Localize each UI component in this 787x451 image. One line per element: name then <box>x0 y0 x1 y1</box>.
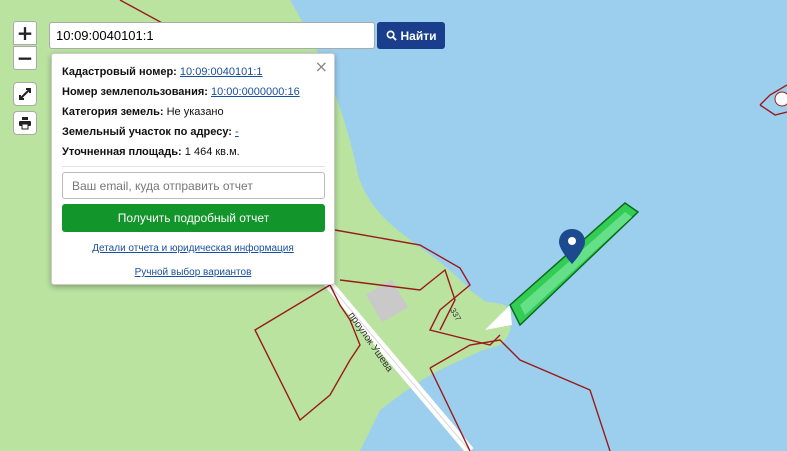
email-field[interactable] <box>62 172 325 199</box>
search-button-label: Найти <box>400 28 437 43</box>
area-label: Уточненная площадь: <box>62 146 182 158</box>
category-label: Категория земель: <box>62 106 164 118</box>
zoom-in-button[interactable]: + <box>13 21 37 45</box>
printer-icon <box>19 117 31 130</box>
details-link[interactable]: Детали отчета и юридическая информация <box>52 243 334 254</box>
manual-selection-link[interactable]: Ручной выбор вариантов <box>52 267 334 278</box>
search-button[interactable]: Найти <box>377 22 445 49</box>
landuse-label: Номер землепользования: <box>62 86 208 98</box>
address-link[interactable]: - <box>235 126 239 138</box>
map-point-marker[interactable] <box>774 91 787 107</box>
cadastral-label: Кадастровый номер: <box>62 66 177 78</box>
expand-icon <box>19 88 31 100</box>
category-row: Категория земель: Не указано <box>62 106 224 118</box>
close-icon[interactable]: × <box>315 57 328 76</box>
search-icon <box>386 30 397 41</box>
landuse-link[interactable]: 10:00:0000000:16 <box>211 86 300 98</box>
cadastral-row: Кадастровый номер: 10:09:0040101:1 <box>62 66 263 78</box>
area-row: Уточненная площадь: 1 464 кв.м. <box>62 146 240 158</box>
divider <box>62 166 325 167</box>
get-report-button[interactable]: Получить подробный отчет <box>62 204 325 232</box>
category-value: Не указано <box>166 106 224 118</box>
fullscreen-button[interactable] <box>13 82 37 106</box>
landuse-row: Номер землепользования: 10:00:0000000:16 <box>62 86 300 98</box>
search-input[interactable] <box>49 22 375 49</box>
cadastral-link[interactable]: 10:09:0040101:1 <box>180 66 263 78</box>
address-label: Земельный участок по адресу: <box>62 126 232 138</box>
area-value: 1 464 кв.м. <box>184 146 240 158</box>
parcel-info-popup: × Кадастровый номер: 10:09:0040101:1 Ном… <box>51 53 335 285</box>
zoom-out-button[interactable]: − <box>13 46 37 70</box>
address-row: Земельный участок по адресу: - <box>62 126 239 138</box>
print-button[interactable] <box>13 111 37 135</box>
